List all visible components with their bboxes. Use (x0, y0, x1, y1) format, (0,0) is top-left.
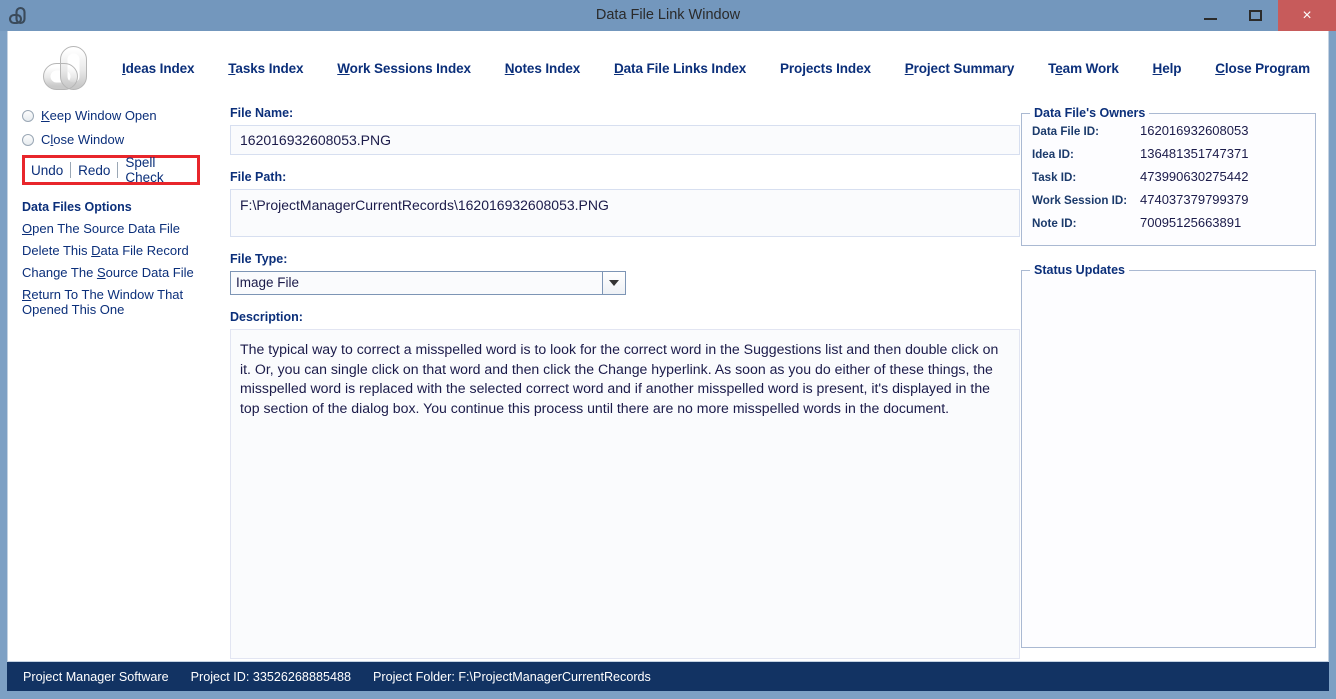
footer-project-folder-label: Project Folder: (372, 669, 455, 684)
main-navigation: Ideas Index Tasks Index Work Sessions In… (122, 61, 1328, 76)
chevron-down-icon[interactable] (602, 272, 625, 294)
owner-row: Idea ID: 136481351747371 (1032, 146, 1315, 169)
window-title: Data File Link Window (595, 7, 741, 23)
data-file-owners-title: Data File's Owners (1034, 106, 1146, 120)
nav-help[interactable]: Help (1153, 61, 1182, 76)
footer-project-folder: Project Folder: F:\ProjectManagerCurrent… (373, 670, 651, 684)
owner-key: Idea ID: (1032, 148, 1074, 161)
nav-data-file-links-index[interactable]: Data File Links Index (614, 61, 746, 76)
status-bar: Project Manager Software Project ID: 335… (7, 662, 1329, 691)
nav-close-program[interactable]: Close Program (1215, 61, 1310, 76)
nav-projects-index[interactable]: Projects Index (780, 61, 871, 76)
owner-key: Work Session ID: (1032, 194, 1128, 207)
minimize-icon (1204, 18, 1217, 20)
body-area: Keep Window Open Close Window Undo Redo … (8, 106, 1328, 662)
title-bar: Data File Link Window × (0, 0, 1336, 31)
footer-project-id-value: 33526268885488 (252, 669, 351, 684)
app-logo-icon (6, 3, 32, 29)
nav-work-sessions-index[interactable]: Work Sessions Index (337, 61, 471, 76)
redo-link[interactable]: Redo (71, 163, 117, 178)
nav-project-summary[interactable]: Project Summary (905, 61, 1015, 76)
owner-value: 473990630275442 (1140, 169, 1249, 184)
option-open-source-data-file[interactable]: Open The Source Data File (22, 221, 227, 236)
window-controls: × (1188, 0, 1336, 31)
description-label: Description: (230, 310, 303, 324)
radio-icon (22, 109, 34, 122)
owner-value: 162016932608053 (1140, 123, 1249, 138)
owner-value: 474037379799379 (1140, 192, 1249, 207)
option-delete-data-file-record[interactable]: Delete This Data File Record (22, 243, 227, 258)
header: Ideas Index Tasks Index Work Sessions In… (8, 31, 1328, 106)
file-name-label: File Name: (230, 106, 294, 120)
option-return-to-previous-window[interactable]: Return To The Window That Opened This One (22, 287, 227, 317)
nav-tasks-index[interactable]: Tasks Index (228, 61, 303, 76)
application-window: Data File Link Window × Ideas Index Task… (0, 0, 1336, 699)
status-updates-title: Status Updates (1034, 263, 1125, 277)
owner-key: Note ID: (1032, 217, 1077, 230)
radio-close-window-label: Close Window (41, 132, 125, 147)
owner-row: Data File ID: 162016932608053 (1032, 123, 1315, 146)
radio-icon (22, 133, 34, 146)
nav-notes-index[interactable]: Notes Index (505, 61, 581, 76)
description-text: The typical way to correct a misspelled … (240, 341, 1003, 416)
minimize-button[interactable] (1188, 0, 1233, 31)
data-files-options-heading: Data Files Options (22, 200, 132, 214)
right-panels: Data File's Owners Data File ID: 1620169… (1021, 106, 1316, 648)
description-textarea[interactable]: The typical way to correct a misspelled … (230, 329, 1020, 659)
file-type-selected-value: Image File (236, 275, 300, 290)
footer-app-name: Project Manager Software (23, 669, 169, 684)
owner-value: 136481351747371 (1140, 146, 1249, 161)
footer-project-folder-value: F:\ProjectManagerCurrentRecords (458, 669, 651, 684)
footer-project-id-label: Project ID: (190, 669, 250, 684)
footer-project-id: Project ID: 33526268885488 (191, 670, 351, 684)
data-file-owners-panel: Data File's Owners Data File ID: 1620169… (1021, 106, 1316, 246)
file-name-input[interactable]: 162016932608053.PNG (230, 125, 1020, 155)
nav-team-work[interactable]: Team Work (1048, 61, 1119, 76)
close-button[interactable]: × (1278, 0, 1336, 31)
file-path-input[interactable]: F:\ProjectManagerCurrentRecords\16201693… (230, 189, 1020, 237)
maximize-icon (1249, 10, 1262, 21)
maximize-button[interactable] (1233, 0, 1278, 31)
radio-keep-window-open-label: Keep Window Open (41, 108, 157, 123)
owner-value: 70095125663891 (1140, 215, 1242, 230)
owners-list: Data File ID: 162016932608053 Idea ID: 1… (1022, 120, 1315, 238)
radio-close-window[interactable]: Close Window (22, 130, 227, 149)
owner-row: Task ID: 473990630275442 (1032, 169, 1315, 192)
radio-keep-window-open[interactable]: Keep Window Open (22, 106, 227, 125)
file-path-label: File Path: (230, 170, 287, 184)
edit-actions-highlight: Undo Redo Spell Check (22, 155, 200, 185)
owner-row: Work Session ID: 474037379799379 (1032, 192, 1315, 215)
app-logo-large-icon (38, 38, 100, 100)
owner-key: Data File ID: (1032, 125, 1099, 138)
owner-key: Task ID: (1032, 171, 1077, 184)
caret-shape (609, 280, 619, 286)
option-change-source-data-file[interactable]: Change The Source Data File (22, 265, 227, 280)
file-type-select[interactable]: Image File (230, 271, 626, 295)
undo-link[interactable]: Undo (31, 163, 70, 178)
sidebar: Keep Window Open Close Window Undo Redo … (22, 106, 227, 317)
nav-ideas-index[interactable]: Ideas Index (122, 61, 195, 76)
owner-row: Note ID: 70095125663891 (1032, 215, 1315, 238)
spell-check-link[interactable]: Spell Check (118, 155, 197, 185)
client-area: Ideas Index Tasks Index Work Sessions In… (7, 31, 1329, 662)
status-updates-panel: Status Updates (1021, 263, 1316, 648)
main-form: File Name: 162016932608053.PNG File Path… (230, 106, 1020, 659)
close-icon: × (1302, 6, 1312, 24)
file-type-label: File Type: (230, 252, 288, 266)
